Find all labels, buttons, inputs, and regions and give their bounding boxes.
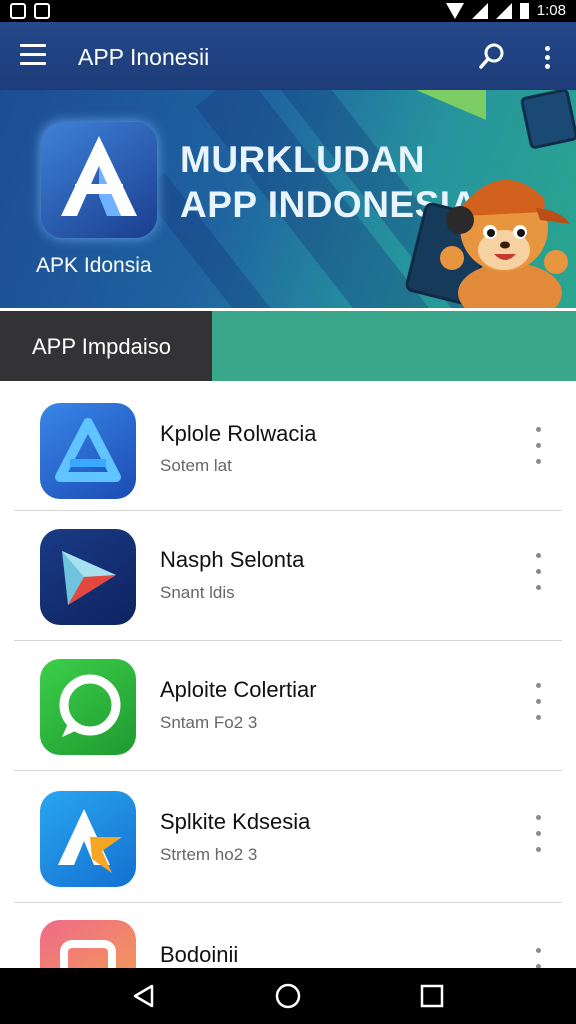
- item-overflow-icon[interactable]: [528, 813, 548, 863]
- overflow-menu-icon[interactable]: [538, 44, 558, 70]
- star-a-icon: [40, 791, 136, 887]
- download-icon: [34, 3, 50, 19]
- banner-logo-caption: APK Idonsia: [36, 254, 152, 277]
- decor-triangle: [416, 90, 486, 120]
- hamburger-menu-icon[interactable]: [20, 44, 46, 66]
- item-overflow-icon[interactable]: [528, 551, 548, 601]
- app-name: Splkite Kdsesia: [160, 809, 311, 834]
- back-icon[interactable]: [130, 982, 158, 1010]
- app-name: Kplole Rolwacia: [160, 421, 317, 446]
- home-icon[interactable]: [274, 982, 302, 1010]
- tab-section[interactable]: APP Impdaiso: [0, 311, 212, 381]
- play-store-icon: [40, 529, 136, 625]
- app-subtitle: Sntam Fo2 3: [160, 713, 258, 732]
- recents-icon[interactable]: [418, 982, 446, 1010]
- divider: [14, 902, 562, 903]
- system-nav-bar: [0, 968, 576, 1024]
- gift-box-icon: [40, 920, 136, 968]
- wifi-icon: [445, 2, 464, 19]
- app-name: Bodoinii: [160, 942, 239, 967]
- list-item[interactable]: Bodoinii: [0, 906, 576, 968]
- app-subtitle: Sotem lat: [160, 456, 232, 475]
- notification-icon: [10, 3, 26, 19]
- status-bar: 1:08: [0, 0, 576, 22]
- list-item[interactable]: Kplole Rolwacia Sotem lat: [0, 381, 576, 511]
- list-item[interactable]: Aploite Colertiar Sntam Fo2 3: [0, 641, 576, 771]
- app-subtitle: Strtem ho2 3: [160, 845, 258, 864]
- app-title: APP Inonesii: [78, 44, 210, 70]
- app-name: Aploite Colertiar: [160, 677, 317, 702]
- blue-triangle-a-icon: [40, 403, 136, 499]
- app-name: Nasph Selonta: [160, 547, 305, 572]
- item-overflow-icon[interactable]: [528, 946, 548, 968]
- banner-app-logo: [41, 122, 157, 238]
- chat-bubble-icon: [40, 659, 136, 755]
- mascot-illustration: [440, 179, 570, 308]
- search-icon[interactable]: [478, 42, 506, 70]
- status-time: 1:08: [536, 2, 566, 19]
- app-bar: APP Inonesii: [0, 22, 576, 90]
- promo-banner[interactable]: APK Idonsia MURKLUDAN APP INDONESIA: [0, 90, 576, 308]
- item-overflow-icon[interactable]: [528, 425, 548, 475]
- signal-icon: [471, 2, 488, 19]
- battery-icon: [519, 2, 529, 19]
- section-header-strip: APP Impdaiso: [0, 308, 576, 381]
- letter-a-icon: [61, 136, 137, 216]
- app-subtitle: Snant ldis: [160, 583, 235, 602]
- list-item[interactable]: Nasph Selonta Snant ldis: [0, 511, 576, 641]
- app-list: Kplole Rolwacia Sotem lat Nasph Selonta …: [0, 381, 576, 968]
- list-item[interactable]: Splkite Kdsesia Strtem ho2 3: [0, 773, 576, 903]
- item-overflow-icon[interactable]: [528, 681, 548, 731]
- decor-screen-icon: [520, 90, 576, 149]
- signal-icon-2: [495, 2, 512, 19]
- divider: [14, 770, 562, 771]
